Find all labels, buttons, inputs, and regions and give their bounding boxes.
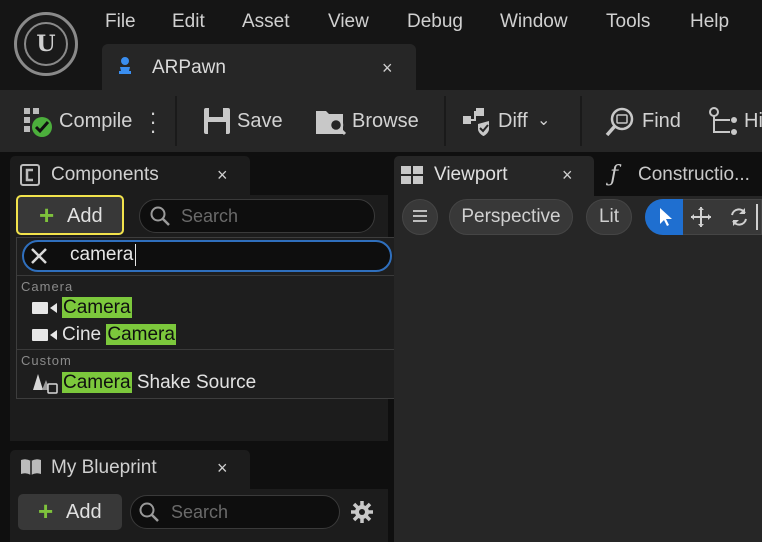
lit-button[interactable]: Lit (586, 199, 632, 235)
dropdown-divider (17, 349, 395, 350)
menu-window[interactable]: Window (500, 9, 568, 35)
search-placeholder: Search (171, 502, 229, 522)
item-match-highlight: Camera (62, 297, 132, 318)
hierarchy-button[interactable]: Hi (744, 108, 762, 134)
scale-tool-icon[interactable] (756, 204, 762, 230)
move-tool-icon[interactable] (690, 206, 712, 228)
my-blueprint-search-input[interactable]: Search (130, 495, 340, 529)
viewport-icon (401, 166, 423, 184)
item-prefix: Cine (62, 324, 107, 345)
pawn-icon (119, 57, 131, 74)
add-blueprint-label: Add (66, 501, 102, 523)
perspective-button[interactable]: Perspective (449, 199, 573, 235)
construction-script-tab[interactable]: Constructio... (638, 162, 750, 188)
menu-help[interactable]: Help (690, 9, 729, 35)
text-cursor (135, 244, 136, 266)
add-blueprint-item-button[interactable]: + Add (18, 494, 122, 530)
document-tab-label: ARPawn (152, 57, 226, 78)
browse-icon (316, 111, 347, 136)
viewport-close-button[interactable]: × (562, 162, 573, 188)
toolbar-separator (444, 96, 446, 146)
my-blueprint-title: My Blueprint (51, 457, 157, 478)
diff-icon (463, 108, 489, 136)
menu-debug[interactable]: Debug (407, 9, 463, 35)
search-placeholder: Search (181, 206, 239, 226)
dropdown-divider (17, 275, 395, 276)
dropdown-item-cine-camera[interactable]: Cine Camera (62, 323, 176, 347)
menu-asset[interactable]: Asset (242, 9, 290, 35)
hierarchy-icon (709, 107, 737, 135)
dropdown-category-camera: Camera (21, 279, 74, 294)
function-icon: ƒ (610, 162, 619, 187)
add-component-label: Add (67, 205, 103, 227)
components-title: Components (51, 164, 159, 185)
select-tool-button[interactable] (645, 199, 683, 235)
plus-icon: + (39, 200, 55, 230)
viewport-tab-label: Viewport (434, 164, 508, 185)
item-suffix: Shake Source (131, 372, 257, 393)
unreal-logo-icon[interactable]: U (14, 12, 78, 76)
menu-edit[interactable]: Edit (172, 9, 205, 35)
gear-icon[interactable] (350, 500, 374, 524)
viewport-area[interactable] (394, 196, 762, 542)
menu-file[interactable]: File (105, 9, 136, 35)
compile-options-icon[interactable]: · · · (148, 102, 158, 142)
item-match-highlight: Camera (62, 372, 132, 393)
search-icon (150, 206, 170, 226)
document-tab-close-button[interactable]: × (382, 56, 393, 80)
unreal-logo-mark: U (24, 22, 68, 66)
camera-icon (32, 329, 57, 341)
menu-view[interactable]: View (328, 9, 369, 35)
camera-icon (32, 302, 57, 314)
dropdown-item-camera-shake-source[interactable]: Camera Shake Source (62, 371, 256, 395)
add-component-button[interactable]: + Add (16, 195, 124, 235)
find-icon (605, 107, 634, 137)
cursor-icon (660, 208, 672, 226)
plus-icon: + (38, 496, 54, 526)
menu-tools[interactable]: Tools (606, 9, 650, 35)
document-tab[interactable] (102, 44, 416, 90)
components-search-input[interactable]: Search (139, 199, 375, 233)
toolbar-separator (580, 96, 582, 146)
hamburger-icon (413, 210, 427, 222)
compile-icon (24, 108, 52, 137)
chevron-down-icon[interactable]: ⌄ (537, 108, 550, 134)
rotate-tool-icon[interactable] (728, 206, 750, 228)
find-button[interactable]: Find (642, 108, 681, 134)
dropdown-search-value: camera (70, 244, 134, 265)
camera-shake-icon (33, 374, 58, 394)
search-icon (139, 502, 159, 522)
dropdown-item-camera[interactable]: Camera (62, 296, 132, 320)
toolbar-separator (175, 96, 177, 146)
viewport-options-button[interactable] (402, 199, 438, 235)
browse-button[interactable]: Browse (352, 108, 419, 134)
book-icon (21, 459, 41, 475)
item-match-highlight: Camera (106, 324, 176, 345)
components-icon (20, 164, 40, 186)
compile-button[interactable]: Compile (59, 108, 132, 134)
save-icon (204, 108, 230, 134)
dropdown-category-custom: Custom (21, 353, 72, 368)
save-button[interactable]: Save (237, 108, 283, 134)
my-blueprint-close-button[interactable]: × (217, 455, 228, 481)
diff-button[interactable]: Diff (498, 108, 528, 134)
components-close-button[interactable]: × (217, 162, 228, 188)
clear-search-icon[interactable] (30, 247, 48, 265)
